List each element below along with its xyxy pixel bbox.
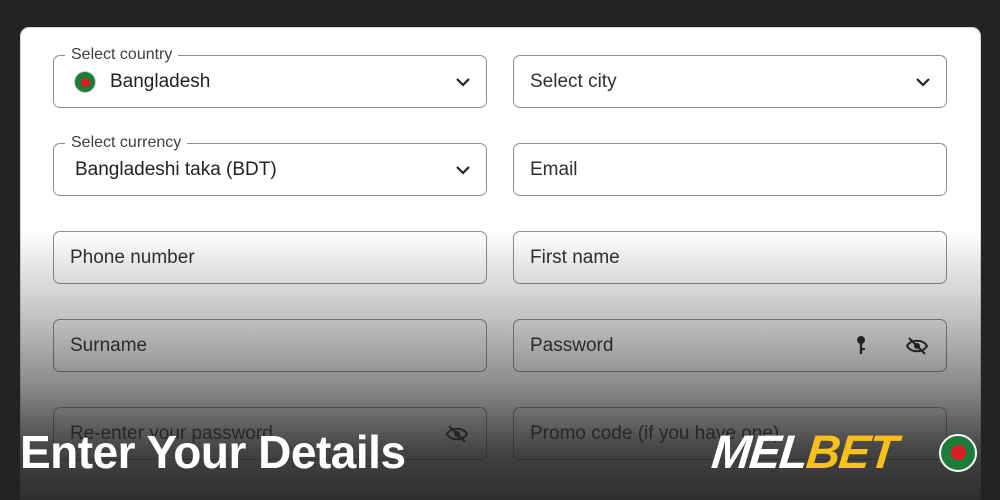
currency-label: Select currency — [65, 134, 188, 152]
city-placeholder: Select city — [530, 71, 617, 92]
logo-part-bet: BET — [803, 425, 900, 478]
currency-select[interactable]: Select currency Bangladeshi taka (BDT) — [53, 134, 487, 196]
currency-value: Bangladeshi taka (BDT) — [75, 159, 277, 180]
logo-part-mel: MEL — [709, 425, 810, 478]
country-value: Bangladesh — [110, 71, 211, 92]
bangladesh-flag-icon — [939, 434, 977, 472]
password-field[interactable]: Password — [513, 319, 947, 372]
chevron-down-icon — [456, 166, 470, 175]
email-placeholder: Email — [530, 159, 578, 180]
password-placeholder: Password — [530, 335, 614, 356]
city-select[interactable]: Select city — [513, 55, 947, 108]
email-field[interactable]: Email — [513, 143, 947, 196]
bangladesh-flag-icon — [74, 71, 96, 93]
phone-field[interactable]: Phone number — [53, 231, 487, 284]
first-name-field[interactable]: First name — [513, 231, 947, 284]
country-select[interactable]: Select country Bangladesh — [53, 46, 487, 108]
chevron-down-icon — [916, 78, 930, 87]
surname-field[interactable]: Surname — [53, 319, 487, 372]
surname-placeholder: Surname — [70, 335, 148, 356]
melbet-logo: MELBET — [709, 425, 944, 478]
country-label: Select country — [65, 46, 179, 64]
eye-slash-icon[interactable] — [905, 336, 929, 356]
eye-slash-icon[interactable] — [445, 424, 469, 444]
first-name-placeholder: First name — [530, 247, 620, 268]
headline: Enter Your Details — [20, 426, 406, 478]
key-icon[interactable] — [854, 335, 868, 357]
phone-placeholder: Phone number — [70, 247, 195, 268]
chevron-down-icon — [456, 78, 470, 87]
